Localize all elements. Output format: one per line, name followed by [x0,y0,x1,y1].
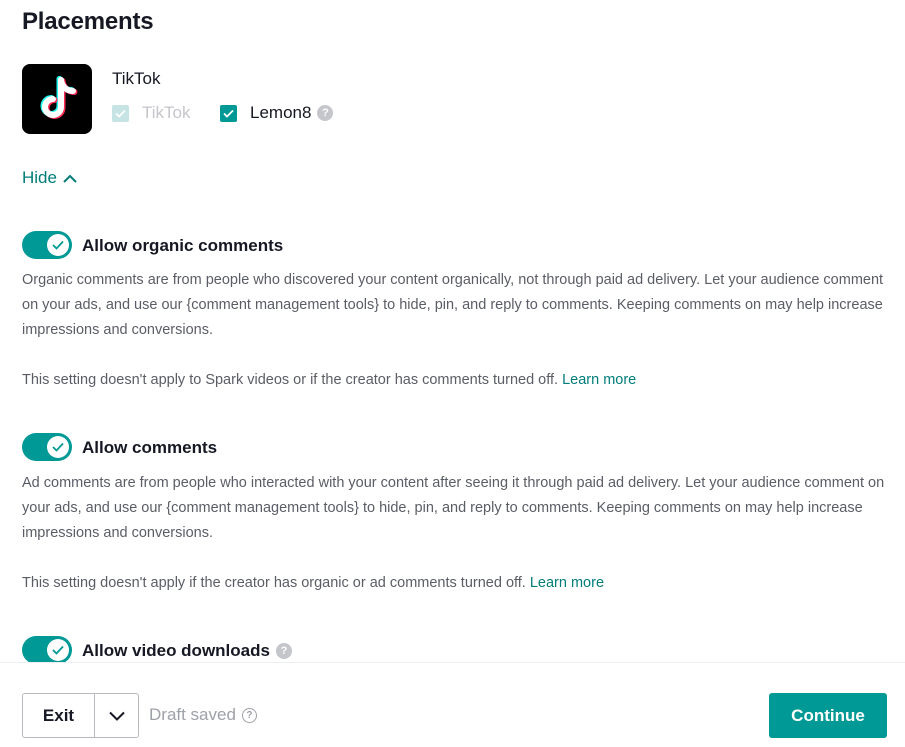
page-title: Placements [22,8,154,35]
exit-button[interactable]: Exit [23,694,95,737]
toggle-video-downloads-label: Allow video downloads ? [82,641,292,661]
toggle-comments-label: Allow comments [82,438,218,457]
toggle-organic-comments-label: Allow organic comments [82,236,284,255]
organic-comments-note-text: This setting doesn't apply to Spark vide… [22,372,559,388]
chevron-up-icon [63,174,77,183]
checkbox-lemon8-label: Lemon8 [250,103,312,122]
help-icon[interactable]: ? [317,105,334,121]
organic-comments-description: Organic comments are from people who dis… [22,272,884,338]
learn-more-link[interactable]: Learn more [562,372,636,388]
checkbox-tiktok-label: TikTok [142,103,191,122]
toggle-check-icon [47,436,69,458]
toggle-comments[interactable] [22,433,72,461]
checkbox-checked-icon[interactable] [112,104,129,122]
learn-more-link[interactable]: Learn more [530,575,604,591]
checkbox-checked-icon[interactable] [220,104,237,122]
draft-status: Draft saved ? [149,705,257,725]
video-downloads-label-text: Allow video downloads [82,641,270,660]
hide-link[interactable]: Hide [22,168,77,188]
exit-dropdown-button[interactable] [95,694,138,737]
help-icon[interactable]: ? [241,707,257,723]
toggle-video-downloads[interactable] [22,636,72,664]
tiktok-logo-icon [22,64,92,134]
hide-link-label: Hide [22,168,57,187]
platform-name: TikTok [112,69,161,88]
organic-comments-note: This setting doesn't apply to Spark vide… [22,372,636,388]
chevron-down-icon [108,711,125,721]
comments-note: This setting doesn't apply if the creato… [22,575,604,591]
checkbox-lemon8[interactable]: Lemon8 ? [220,103,334,123]
draft-status-text: Draft saved [149,705,236,724]
checkbox-tiktok[interactable]: TikTok [112,103,191,123]
toggle-check-icon [47,234,69,256]
toggle-organic-comments[interactable] [22,231,72,259]
toggle-check-icon [47,639,69,661]
comments-description: Ad comments are from people who interact… [22,475,885,541]
continue-button[interactable]: Continue [769,693,887,738]
help-icon[interactable]: ? [275,643,292,659]
exit-button-group: Exit [22,693,139,738]
comments-note-text: This setting doesn't apply if the creato… [22,575,526,591]
footer-bar: Exit Draft saved ? Continue [0,662,905,747]
